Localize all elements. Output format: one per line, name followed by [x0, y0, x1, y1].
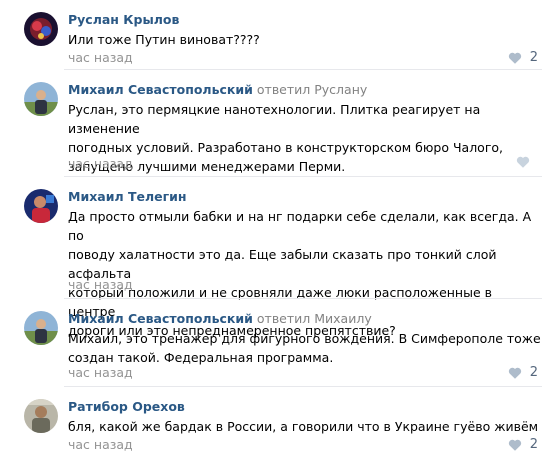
author-name[interactable]: Михаил Телегин [68, 189, 187, 204]
comment-text-line: погодных условий. Разработано в конструк… [68, 140, 504, 155]
comment-text-line: запущено лучшими менеджерами Перми. [68, 159, 346, 174]
comment-text-line: бля, какой же бардак в России, а говорил… [68, 419, 539, 434]
comment-timestamp[interactable]: час назад [68, 50, 133, 66]
comment-text-line: создан такой. Федеральная программа. [68, 350, 334, 365]
heart-icon [508, 52, 521, 64]
comment-timestamp[interactable]: час назад [68, 156, 133, 172]
avatar[interactable] [24, 12, 58, 46]
avatar[interactable] [24, 189, 58, 223]
author-name[interactable]: Михаил Севастопольский [68, 311, 253, 326]
comment-text-line: поводу халатности это да. Еще забыли ска… [68, 247, 497, 281]
comment: Ратибор Орехов бля, какой же бардак в Ро… [0, 399, 554, 459]
comment-timestamp[interactable]: час назад [68, 277, 133, 293]
like-button[interactable] [516, 156, 538, 168]
heart-icon [508, 367, 521, 379]
comment-text: Михаил, это тренажер для фигурного вожде… [68, 329, 542, 367]
like-button[interactable]: 2 [508, 437, 538, 453]
author-name[interactable]: Михаил Севастопольский [68, 82, 253, 97]
comment: Михаил Севастопольский ответил Руслану Р… [0, 82, 554, 177]
comment-text-line: Михаил, это тренажер для фигурного вожде… [68, 331, 541, 346]
reply-to-link[interactable]: ответил Михаилу [257, 311, 372, 326]
divider [64, 69, 542, 70]
divider [64, 176, 542, 177]
comment: Руслан Крылов Или тоже Путин виноват????… [0, 12, 554, 70]
comment-text: Руслан, это пермяцкие нанотехнологии. Пл… [68, 100, 542, 176]
comment-text: бля, какой же бардак в России, а говорил… [68, 417, 542, 436]
comment-header: Михаил Севастопольский ответил Михаилу [68, 311, 372, 327]
comment-header: Михаил Севастопольский ответил Руслану [68, 82, 367, 98]
avatar[interactable] [24, 311, 58, 345]
divider [64, 298, 542, 299]
comment-text-line: Или тоже Путин виноват???? [68, 32, 260, 47]
comment: Михаил Телегин Да просто отмыли бабки и … [0, 189, 554, 338]
author-name[interactable]: Руслан Крылов [68, 12, 179, 27]
like-button[interactable]: 2 [508, 365, 538, 381]
comment-header: Ратибор Орехов [68, 399, 185, 415]
avatar[interactable] [24, 82, 58, 116]
like-count: 2 [529, 365, 538, 380]
like-button[interactable]: 2 [508, 50, 538, 66]
heart-icon [516, 156, 530, 168]
comment-header: Михаил Телегин [68, 189, 187, 205]
avatar[interactable] [24, 399, 58, 433]
comment-header: Руслан Крылов [68, 12, 179, 28]
like-count: 2 [529, 437, 538, 452]
comment-timestamp[interactable]: час назад [68, 437, 133, 453]
reply-to-link[interactable]: ответил Руслану [257, 82, 367, 97]
like-count: 2 [529, 50, 538, 65]
author-name[interactable]: Ратибор Орехов [68, 399, 185, 414]
heart-icon [508, 439, 521, 451]
comment-text: Или тоже Путин виноват???? [68, 30, 542, 49]
comment: Михаил Севастопольский ответил Михаилу М… [0, 311, 554, 387]
divider [64, 386, 542, 387]
comment-text-line: Да просто отмыли бабки и на нг подарки с… [68, 209, 532, 243]
comment-timestamp[interactable]: час назад [68, 365, 133, 381]
comment-text-line: Руслан, это пермяцкие нанотехнологии. Пл… [68, 102, 481, 136]
